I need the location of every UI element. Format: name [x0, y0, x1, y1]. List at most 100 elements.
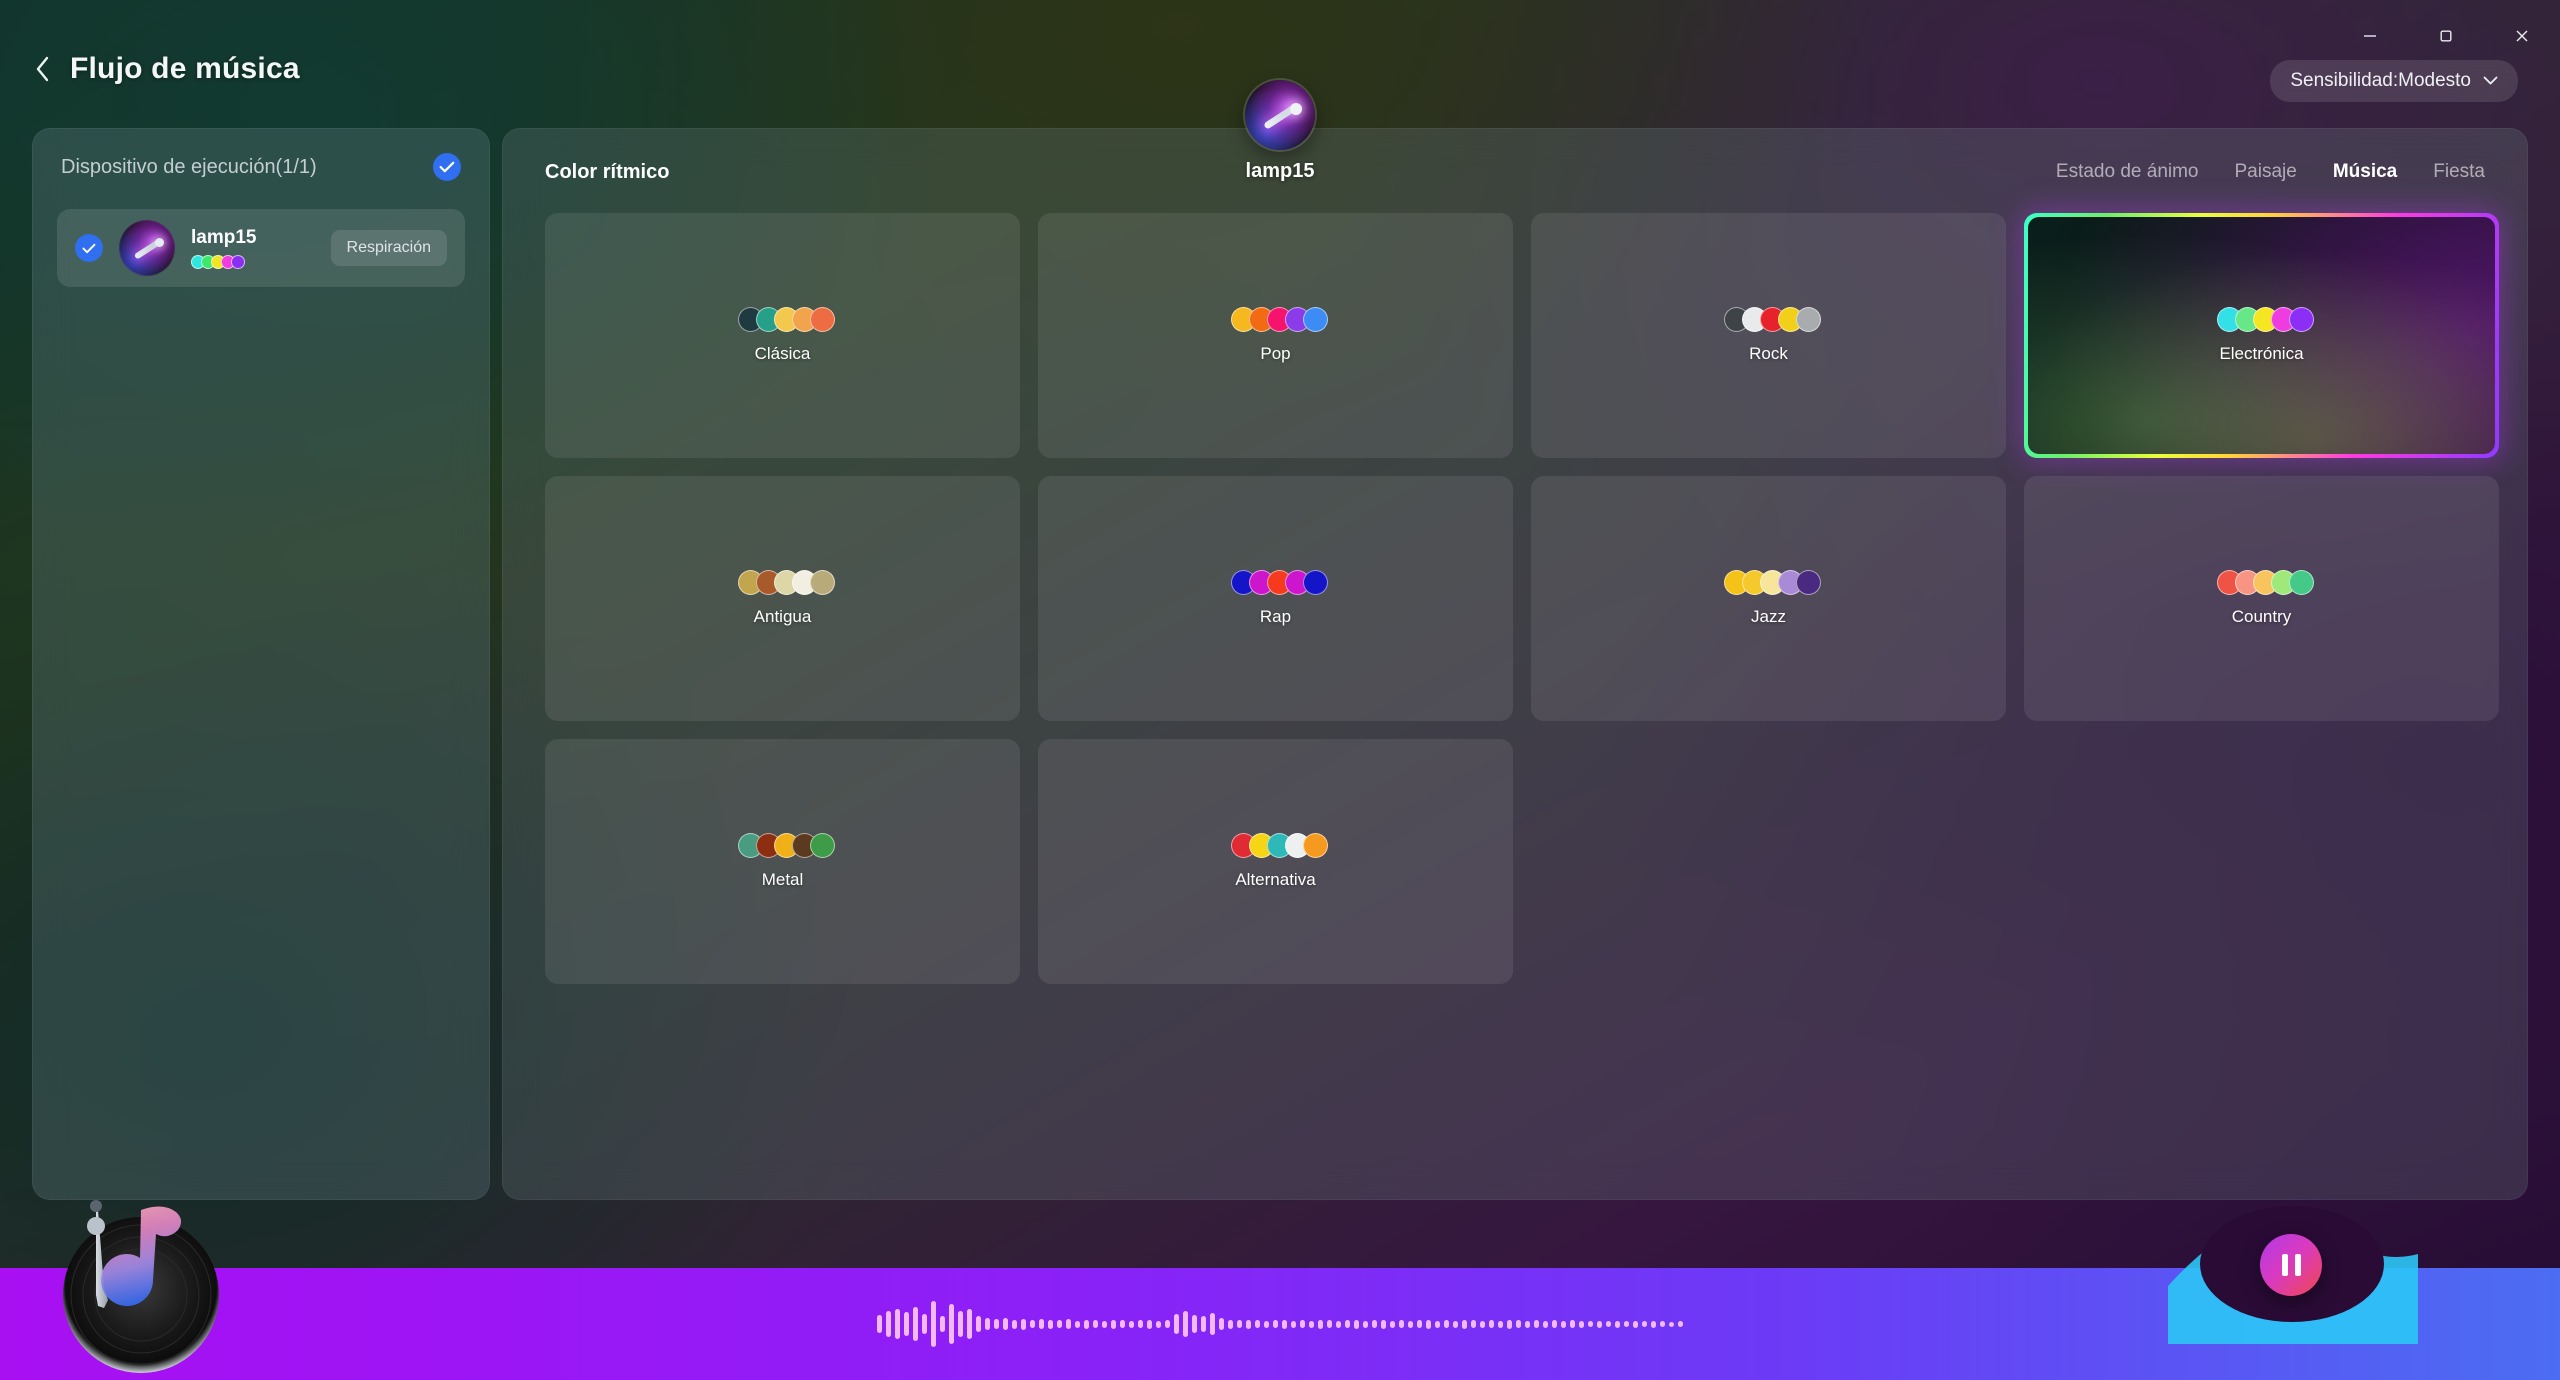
title-bar — [0, 0, 2560, 72]
effect-card-grid: Clásica Pop Rock Electrónica Antigua Rap Jazz C… — [503, 191, 2527, 1006]
waveform-bar — [1597, 1320, 1602, 1328]
waveform-bar — [1282, 1319, 1287, 1329]
close-icon[interactable] — [2484, 0, 2560, 72]
effect-card-jazz[interactable]: Jazz — [1531, 476, 2006, 721]
effect-card-pop[interactable]: Pop — [1038, 213, 1513, 458]
active-device-name: lamp15 — [1245, 160, 1315, 182]
effect-color-dot-4 — [1795, 570, 1821, 595]
effect-card-electrnica[interactable]: Electrónica — [2024, 213, 2499, 458]
waveform-bar — [1570, 1320, 1575, 1328]
waveform-bar — [1048, 1319, 1053, 1329]
waveform-bar — [1012, 1319, 1017, 1329]
effect-card-country[interactable]: Country — [2024, 476, 2499, 721]
pause-bar-left — [2281, 1254, 2288, 1276]
waveform-bar — [1642, 1321, 1647, 1327]
waveform-bar — [1390, 1320, 1395, 1328]
device-info: lamp15 — [191, 227, 315, 269]
waveform-bar — [1543, 1320, 1548, 1328]
waveform-bar — [1534, 1320, 1539, 1328]
effect-card-antigua[interactable]: Antigua — [545, 476, 1020, 721]
waveform-bar — [1084, 1319, 1089, 1329]
player-controls — [2168, 1194, 2418, 1344]
waveform-bar — [1606, 1321, 1611, 1327]
audio-waveform[interactable] — [877, 1301, 1683, 1347]
waveform-bar — [1399, 1320, 1404, 1328]
device-mode-badge[interactable]: Respiración — [330, 230, 447, 266]
waveform-bar — [1057, 1320, 1062, 1328]
waveform-bar — [1156, 1320, 1161, 1328]
waveform-bar — [1246, 1319, 1251, 1329]
effect-card-label: Pop — [1260, 344, 1291, 363]
effect-card-alternativa[interactable]: Alternativa — [1038, 739, 1513, 984]
waveform-bar — [1615, 1320, 1620, 1328]
effect-card-rock[interactable]: Rock — [1531, 213, 2006, 458]
lamp-avatar-icon — [119, 220, 175, 276]
waveform-bar — [931, 1301, 936, 1347]
waveform-bar — [1507, 1319, 1512, 1329]
waveform-bar — [1147, 1319, 1152, 1329]
effect-card-metal[interactable]: Metal — [545, 739, 1020, 984]
effect-color-dot-4 — [1302, 307, 1328, 332]
waveform-bar — [994, 1319, 999, 1329]
waveform-bar — [1300, 1320, 1305, 1328]
device-name: lamp15 — [191, 227, 257, 248]
effect-card-label: Jazz — [1751, 607, 1786, 626]
waveform-bar — [1516, 1320, 1521, 1328]
waveform-bar — [1588, 1321, 1593, 1327]
minimize-icon[interactable] — [2332, 0, 2408, 72]
waveform-bar — [1678, 1321, 1683, 1327]
waveform-bar — [1039, 1319, 1044, 1329]
waveform-bar — [1066, 1319, 1071, 1329]
waveform-bar — [1372, 1320, 1377, 1328]
waveform-bar — [922, 1314, 927, 1334]
waveform-bar — [1525, 1320, 1530, 1328]
waveform-bar — [1174, 1314, 1179, 1334]
effect-card-rap[interactable]: Rap — [1038, 476, 1513, 721]
effect-card-label: Rap — [1259, 607, 1292, 626]
device-list-item[interactable]: lamp15 Respiración — [57, 209, 465, 287]
waveform-bar — [1129, 1320, 1134, 1328]
waveform-bar — [1489, 1320, 1494, 1328]
effect-color-dots — [1230, 833, 1328, 858]
device-color-dots — [191, 255, 315, 269]
effect-color-dots — [1230, 570, 1328, 595]
waveform-bar — [1453, 1320, 1458, 1328]
device-checkbox[interactable] — [75, 234, 103, 262]
waveform-bar — [1138, 1320, 1143, 1328]
maximize-icon[interactable] — [2408, 0, 2484, 72]
waveform-bar — [976, 1316, 981, 1332]
pause-bar-right — [2294, 1254, 2301, 1276]
waveform-bar — [886, 1311, 891, 1337]
waveform-bar — [1102, 1320, 1107, 1328]
waveform-bar — [958, 1311, 963, 1337]
effect-card-label: Antigua — [753, 607, 812, 626]
effect-card-clsica[interactable]: Clásica — [545, 213, 1020, 458]
waveform-bar — [1354, 1319, 1359, 1329]
waveform-bar — [895, 1309, 900, 1339]
effect-color-dots — [1723, 570, 1821, 595]
effect-color-dot-4 — [809, 307, 835, 332]
effect-color-dots — [2216, 307, 2314, 332]
pause-button[interactable] — [2260, 1234, 2322, 1296]
effect-color-dot-4 — [1302, 570, 1328, 595]
waveform-bar — [1417, 1320, 1422, 1328]
music-flow-app: Flujo de música Sensibilidad:Modesto Dis… — [0, 0, 2560, 1380]
waveform-bar — [1561, 1320, 1566, 1328]
waveform-bar — [1111, 1319, 1116, 1329]
waveform-bar — [1327, 1320, 1332, 1328]
lamp-avatar-large-icon — [1245, 80, 1315, 150]
waveform-bar — [1165, 1320, 1170, 1328]
effect-color-dots — [737, 307, 835, 332]
effect-card-inner — [2028, 217, 2495, 454]
waveform-bar — [1408, 1320, 1413, 1328]
waveform-bar — [1660, 1321, 1665, 1327]
waveform-bar — [1030, 1320, 1035, 1328]
waveform-bar — [877, 1315, 882, 1333]
effect-color-dot-4 — [2288, 570, 2314, 595]
waveform-bar — [1021, 1318, 1026, 1330]
waveform-bar — [1444, 1320, 1449, 1328]
waveform-bar — [1435, 1320, 1440, 1328]
waveform-bar — [1183, 1311, 1188, 1337]
effect-color-dot-4 — [1795, 307, 1821, 332]
waveform-bar — [1255, 1320, 1260, 1328]
